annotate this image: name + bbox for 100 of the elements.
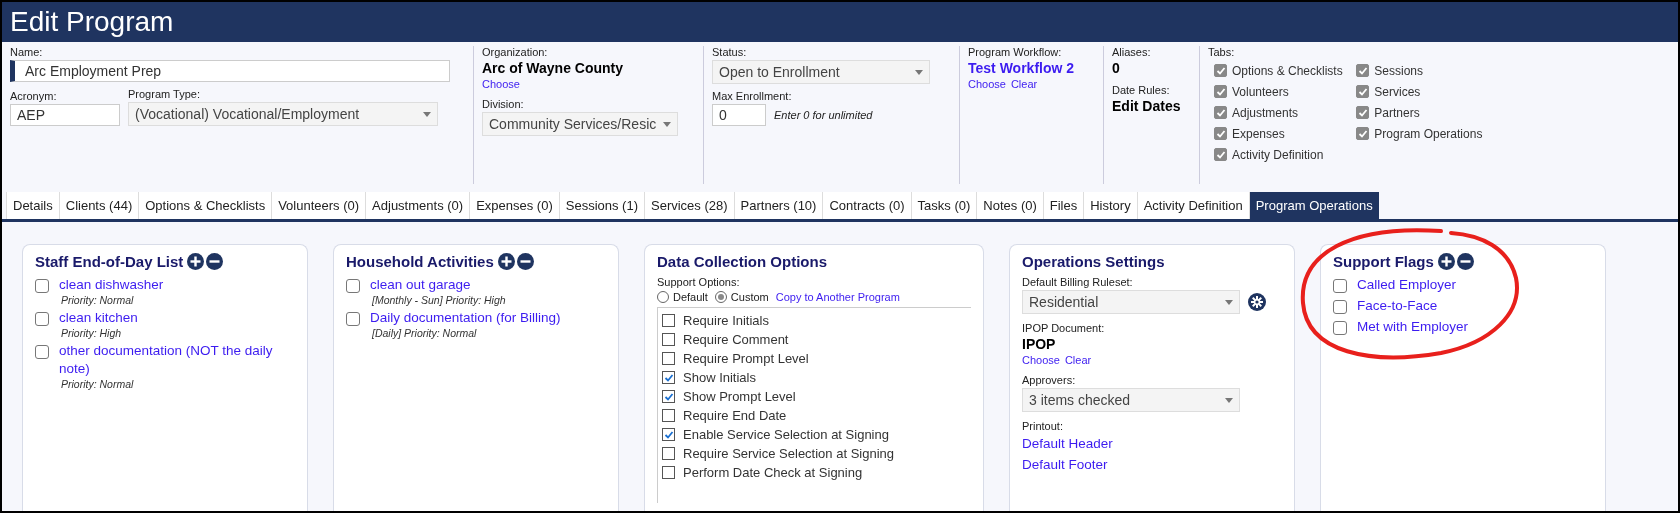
checkbox[interactable] [346, 279, 360, 293]
checkbox[interactable] [662, 333, 675, 346]
tab[interactable]: Partners (10) [733, 192, 823, 219]
checkbox-label: Volunteers [1232, 84, 1289, 99]
division-select[interactable]: Community Services/Resic [482, 112, 678, 136]
panel-title: Staff End-of-Day List [35, 253, 184, 270]
checkbox-label: Adjustments [1232, 105, 1299, 120]
billing-select[interactable]: Residential [1022, 290, 1240, 314]
minus-circle-icon[interactable] [516, 253, 534, 270]
status-select[interactable]: Open to Enrollment [712, 60, 930, 84]
tab[interactable]: Services (28) [644, 192, 734, 219]
item-link[interactable]: clean dishwasher [59, 276, 164, 294]
item-link[interactable]: clean kitchen [59, 309, 138, 327]
name-field[interactable]: Arc Employment Prep [10, 60, 450, 82]
checkbox-label: Program Operations [1374, 126, 1483, 141]
program-type-select[interactable]: (Vocational) Vocational/Employment [128, 102, 438, 126]
checkbox[interactable] [1356, 85, 1370, 98]
item-link[interactable]: clean out garage [370, 276, 506, 294]
checkbox[interactable] [662, 466, 675, 479]
checkbox[interactable] [1356, 64, 1370, 77]
radio-button[interactable] [657, 291, 669, 303]
checkbox-label: Expenses [1232, 126, 1285, 141]
checkbox[interactable] [662, 371, 675, 384]
tab[interactable]: Details [6, 192, 59, 219]
field-label: Aliases: [1112, 46, 1152, 58]
field-label: Division: [482, 98, 525, 110]
ipop-link[interactable]: Choose [1022, 354, 1060, 366]
item-link[interactable]: Met with Employer [1357, 318, 1469, 336]
checkbox[interactable] [662, 314, 675, 327]
checkbox[interactable] [35, 345, 49, 359]
printout-link[interactable]: Default Header [1022, 434, 1282, 453]
tab[interactable]: History [1083, 192, 1137, 219]
field-label: Name: [10, 46, 44, 58]
checkbox[interactable] [1333, 321, 1347, 335]
date-rules-link[interactable]: Edit Dates [1112, 98, 1191, 114]
tab[interactable]: Clients (44) [58, 192, 139, 219]
tab[interactable]: Expenses (0) [469, 192, 559, 219]
workflow-action-link[interactable]: Choose [968, 78, 1006, 90]
option-label: Require Initials [683, 313, 769, 328]
minus-circle-icon[interactable] [206, 253, 224, 270]
plus-circle-icon[interactable] [1437, 253, 1455, 270]
organization-value: Arc of Wayne County [482, 60, 625, 76]
panel-title: Operations Settings [1022, 253, 1165, 270]
checkbox[interactable] [662, 390, 675, 403]
checkbox[interactable] [1356, 106, 1370, 119]
item-link[interactable]: Daily documentation (for Billing) [370, 309, 561, 327]
radio-button[interactable] [714, 291, 727, 303]
checkbox[interactable] [1214, 127, 1227, 140]
checkbox[interactable] [662, 352, 675, 365]
item-detail: [Monthly - Sun] Priority: High [372, 294, 506, 306]
approvers-select[interactable]: 3 items checked [1022, 388, 1240, 412]
checkbox[interactable] [1214, 106, 1227, 119]
option-label: Require Service Selection at Signing [683, 446, 894, 461]
tab[interactable]: Files [1042, 192, 1084, 219]
item-detail: Priority: High [61, 327, 123, 339]
checkbox[interactable] [662, 447, 675, 460]
checkbox[interactable] [1356, 127, 1370, 140]
checkbox[interactable] [346, 312, 360, 326]
gear-icon[interactable] [1248, 293, 1266, 311]
checkbox[interactable] [1333, 279, 1347, 293]
checkbox[interactable] [662, 428, 675, 441]
minus-circle-icon[interactable] [1456, 253, 1474, 270]
tab[interactable]: Activity Definition [1136, 192, 1249, 219]
item-link[interactable]: Face-to-Face [1357, 297, 1438, 315]
item-link[interactable]: Called Employer [1357, 276, 1457, 294]
field-label: Printout: [1022, 420, 1064, 432]
checkbox-label: Options & Checklists [1232, 63, 1343, 78]
max-enrollment-field[interactable]: 0 [712, 104, 766, 126]
tab[interactable]: Notes (0) [976, 192, 1043, 219]
plus-circle-icon[interactable] [497, 253, 515, 270]
tab[interactable]: Program Operations [1248, 192, 1379, 219]
checkbox-label: Sessions [1374, 63, 1424, 78]
ipop-link[interactable]: Clear [1064, 354, 1092, 366]
workflow-action-link[interactable]: Clear [1010, 78, 1038, 90]
workflow-link[interactable]: Test Workflow 2 [968, 60, 1095, 76]
checkbox[interactable] [662, 409, 675, 422]
checkbox-label: Services [1374, 84, 1421, 99]
acronym-field[interactable]: AEP [10, 104, 120, 126]
tab[interactable]: Sessions (1) [558, 192, 644, 219]
checkbox[interactable] [35, 312, 49, 326]
copy-link[interactable]: Copy to Another Program [775, 291, 900, 303]
field-label: Default Billing Ruleset: [1022, 276, 1134, 288]
tab[interactable]: Contracts (0) [822, 192, 911, 219]
plus-circle-icon[interactable] [187, 253, 205, 270]
checkbox[interactable] [1214, 64, 1227, 77]
tab[interactable]: Tasks (0) [910, 192, 977, 219]
checkbox[interactable] [35, 279, 49, 293]
checkbox-label: Partners [1374, 105, 1420, 120]
checkbox[interactable] [1333, 300, 1347, 314]
tab[interactable]: Volunteers (0) [271, 192, 366, 219]
field-label: Organization: [482, 46, 549, 58]
choose-link[interactable]: Choose [482, 78, 520, 90]
checkbox[interactable] [1214, 85, 1227, 98]
field-label: Program Type: [128, 88, 201, 100]
tab[interactable]: Options & Checklists [138, 192, 272, 219]
tab[interactable]: Adjustments (0) [365, 192, 470, 219]
checkbox[interactable] [1214, 148, 1227, 161]
printout-link[interactable]: Default Footer [1022, 455, 1282, 474]
item-link[interactable]: other documentation (NOT the daily note) [59, 342, 295, 378]
checkbox-label: Activity Definition [1232, 147, 1324, 162]
